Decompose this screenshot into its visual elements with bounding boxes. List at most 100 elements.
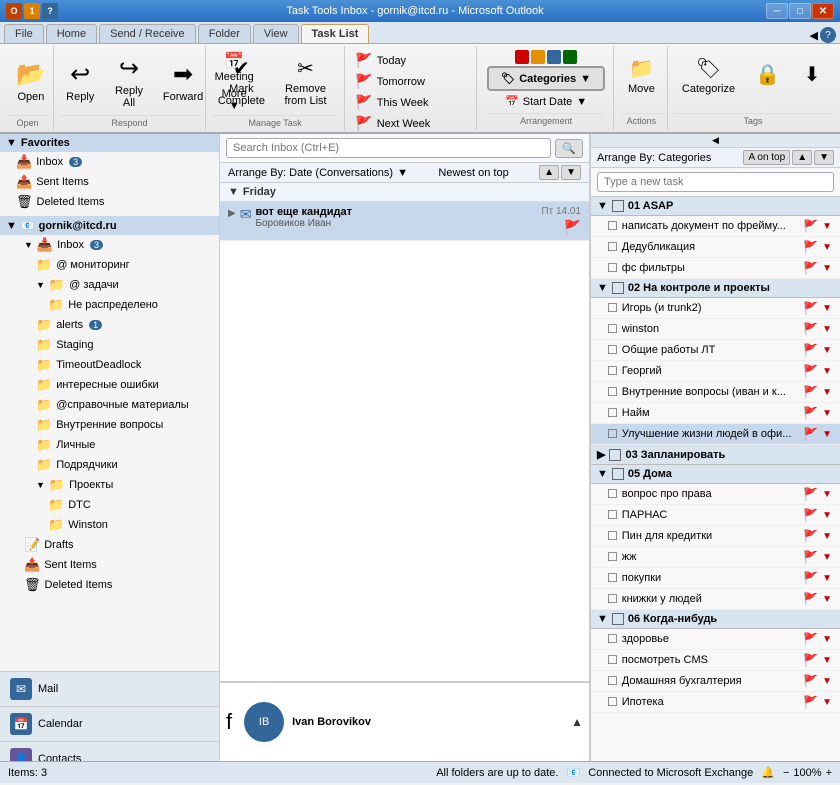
forward-button[interactable]: ➡ Forward <box>158 52 209 112</box>
sidebar-item-zadachi[interactable]: ▼ 📁 @ задачи <box>0 275 219 295</box>
task-item-1-2[interactable]: ☐ Общие работы ЛТ 🚩 ▼ <box>591 340 840 361</box>
email-nav-down[interactable]: ▼ <box>561 165 581 180</box>
task-item-3-3[interactable]: ☐ жж 🚩 ▼ <box>591 547 840 568</box>
zoom-in-button[interactable]: + <box>826 767 832 779</box>
lock-button[interactable]: 🔒 <box>747 50 788 100</box>
tab-home[interactable]: Home <box>46 24 97 43</box>
sidebar-item-timeoutdeadlock[interactable]: 📁 TimeoutDeadlock <box>0 355 219 375</box>
task-item-3-1[interactable]: ☐ ПАРНАС 🚩 ▼ <box>591 505 840 526</box>
mark-complete-button[interactable]: ✔ Mark Complete <box>212 52 271 112</box>
task-item-0-2[interactable]: ☐ фс фильтры 🚩 ▼ <box>591 258 840 279</box>
tab-folder[interactable]: Folder <box>198 24 251 43</box>
task-item-0-1[interactable]: ☐ Дедубликация 🚩 ▼ <box>591 237 840 258</box>
close-button[interactable]: ✕ <box>812 3 834 19</box>
tab-send-receive[interactable]: Send / Receive <box>99 24 196 43</box>
nav-calendar[interactable]: 📅 Calendar <box>0 707 219 742</box>
sidebar-item-sent[interactable]: 📤 Sent Items <box>0 555 219 575</box>
sidebar-item-vnutrennie[interactable]: 📁 Внутренние вопросы <box>0 415 219 435</box>
cat-red <box>515 50 529 64</box>
maximize-button[interactable]: □ <box>789 3 811 19</box>
date-header-friday: ▼ Friday <box>220 183 589 202</box>
remove-from-list-button[interactable]: ✂ Remove from List <box>273 52 338 112</box>
minimize-button[interactable]: ─ <box>766 3 788 19</box>
today-button[interactable]: 🚩 Today <box>351 50 472 71</box>
categorize-button[interactable]: 🏷 Categorize <box>674 50 743 100</box>
task-item-4-3[interactable]: ☐ Ипотека 🚩 ▼ <box>591 692 840 713</box>
interesnie-icon: 📁 <box>36 377 52 393</box>
reply-button[interactable]: ↩ Reply <box>60 52 100 112</box>
sidebar-item-dtc[interactable]: 📁 DTC <box>0 495 219 515</box>
search-button[interactable]: 🔍 <box>555 139 583 158</box>
sidebar-item-drafts[interactable]: 📝 Drafts <box>0 535 219 555</box>
down-button[interactable]: ⬇ <box>792 50 832 100</box>
preview-sender-name: Ivan Borovikov <box>292 716 371 728</box>
sidebar-item-inbox-favorites[interactable]: 📥 Inbox 3 <box>0 152 219 172</box>
task-item-0-0[interactable]: ☐ написать документ по фрейму... 🚩 ▼ <box>591 216 840 237</box>
account-header[interactable]: ▼ 📧 gornik@itcd.ru <box>0 216 219 235</box>
sidebar-item-inbox[interactable]: ▼ 📥 Inbox 3 <box>0 235 219 255</box>
sidebar-item-ne-rasp[interactable]: 📁 Не распределено <box>0 295 219 315</box>
sidebar-item-winston[interactable]: 📁 Winston <box>0 515 219 535</box>
task-arrow-3-3: ▼ <box>822 552 832 563</box>
nav-mail[interactable]: ✉ Mail <box>0 672 219 707</box>
sidebar-item-lichnie[interactable]: 📁 Личные <box>0 435 219 455</box>
task-category-05[interactable]: ▼ 05 Дома <box>591 465 840 484</box>
sidebar-item-deleted-favorites[interactable]: 🗑 Deleted Items <box>0 192 219 212</box>
tab-file[interactable]: File <box>4 24 44 43</box>
search-input[interactable] <box>226 138 551 158</box>
task-category-01[interactable]: ▼ 01 ASAP <box>591 197 840 216</box>
arrange-dropdown-icon[interactable]: ▼ <box>397 167 408 179</box>
sidebar-item-interesnie[interactable]: 📁 интересные ошибки <box>0 375 219 395</box>
task-item-3-0[interactable]: ☐ вопрос про права 🚩 ▼ <box>591 484 840 505</box>
help-back-icon[interactable]: ◀ <box>810 29 818 42</box>
help-icon[interactable]: ? <box>820 27 836 43</box>
sidebar-item-staging[interactable]: 📁 Staging <box>0 335 219 355</box>
task-item-1-0[interactable]: ☐ Игорь (и trunk2) 🚩 ▼ <box>591 298 840 319</box>
reply-all-button[interactable]: ↪ Reply All <box>102 52 155 112</box>
task-item-4-1[interactable]: ☐ посмотреть CMS 🚩 ▼ <box>591 650 840 671</box>
nav-contacts[interactable]: 👤 Contacts <box>0 742 219 761</box>
sidebar-item-spravochnie[interactable]: 📁 @справочные материалы <box>0 395 219 415</box>
task-category-06[interactable]: ▼ 06 Когда-нибудь <box>591 610 840 629</box>
task-item-1-6[interactable]: ☐ Улучшение жизни людей в офи... 🚩 ▼ <box>591 424 840 445</box>
task-item-1-1[interactable]: ☐ winston 🚩 ▼ <box>591 319 840 340</box>
next-week-button[interactable]: 🚩 Next Week <box>351 113 472 134</box>
task-arrow-1-5: ▼ <box>822 408 832 419</box>
categories-button[interactable]: 🏷 Categories ▼ <box>487 66 605 91</box>
open-button[interactable]: 📂 Open <box>8 52 54 112</box>
task-item-1-5[interactable]: ☐ Найм 🚩 ▼ <box>591 403 840 424</box>
move-button[interactable]: 📁 Move <box>620 50 663 100</box>
sidebar-item-deleted[interactable]: 🗑 Deleted Items <box>0 575 219 595</box>
tab-view[interactable]: View <box>253 24 299 43</box>
this-week-button[interactable]: 🚩 This Week <box>351 92 472 113</box>
preview-expand-icon[interactable]: ▲ <box>571 715 583 729</box>
sidebar-item-proekty[interactable]: ▼ 📁 Проекты <box>0 475 219 495</box>
task-item-3-5[interactable]: ☐ книжки у людей 🚩 ▼ <box>591 589 840 610</box>
timeout-icon: 📁 <box>36 357 52 373</box>
task-item-4-0[interactable]: ☐ здоровье 🚩 ▼ <box>591 629 840 650</box>
task-item-3-4[interactable]: ☐ покупки 🚩 ▼ <box>591 568 840 589</box>
tab-task-list[interactable]: Task List <box>301 24 370 43</box>
email-item-0[interactable]: ▶ ✉ вот еще кандидат Боровиков Иван Пт 1… <box>220 202 589 241</box>
task-text-1-2: Общие работы ЛТ <box>622 344 799 356</box>
sidebar-item-alerts[interactable]: 📁 alerts 1 <box>0 315 219 335</box>
zoom-out-button[interactable]: − <box>783 767 789 779</box>
task-category-03[interactable]: ▶ 03 Запланировать <box>591 445 840 465</box>
sidebar-item-podryadchiki[interactable]: 📁 Подрядчики <box>0 455 219 475</box>
start-date-dropdown[interactable]: ▼ <box>576 96 587 108</box>
task-panel-expand[interactable]: ◀ <box>591 134 840 148</box>
task-nav-down[interactable]: ▼ <box>814 150 834 165</box>
task-item-4-2[interactable]: ☐ Домашняя бухгалтерия 🚩 ▼ <box>591 671 840 692</box>
task-arrow-3-0: ▼ <box>822 489 832 500</box>
task-item-1-3[interactable]: ☐ Георгий 🚩 ▼ <box>591 361 840 382</box>
tomorrow-button[interactable]: 🚩 Tomorrow <box>351 71 472 92</box>
task-category-02[interactable]: ▼ 02 На контроле и проекты <box>591 279 840 298</box>
task-item-1-4[interactable]: ☐ Внутренние вопросы (иван и к... 🚩 ▼ <box>591 382 840 403</box>
sidebar-item-sent-favorites[interactable]: 📤 Sent Items <box>0 172 219 192</box>
task-item-3-2[interactable]: ☐ Пин для кредитки 🚩 ▼ <box>591 526 840 547</box>
new-task-input[interactable] <box>597 172 834 192</box>
task-nav-up[interactable]: ▲ <box>792 150 812 165</box>
favorites-header[interactable]: ▼ Favorites <box>0 134 219 152</box>
email-nav-up[interactable]: ▲ <box>539 165 559 180</box>
sidebar-item-monitoring[interactable]: 📁 @ мониторинг <box>0 255 219 275</box>
